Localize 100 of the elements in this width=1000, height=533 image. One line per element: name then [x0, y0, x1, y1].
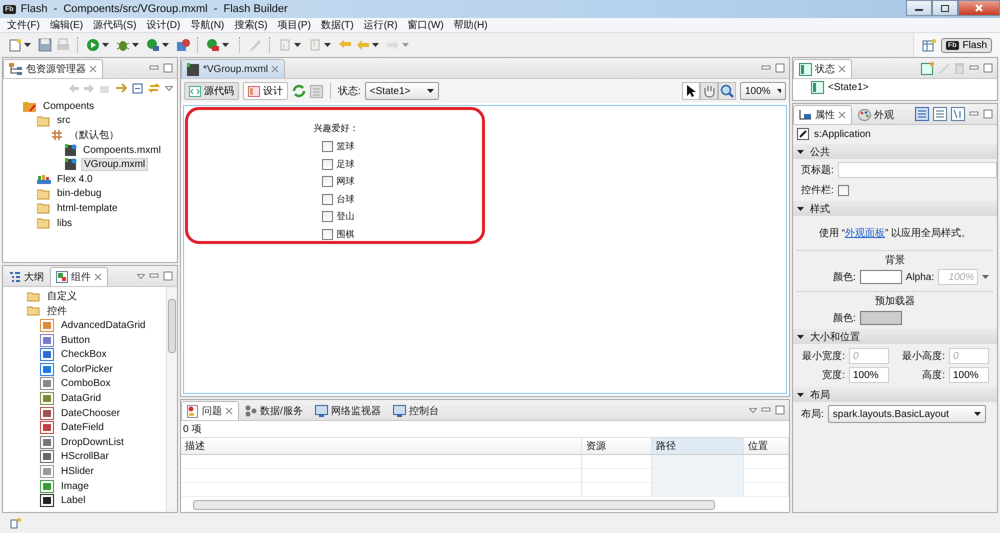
caret-icon[interactable] [102, 43, 109, 47]
close-icon[interactable] [89, 65, 97, 73]
close-icon[interactable] [94, 273, 102, 281]
view-mode-button[interactable]: 源代码 [184, 82, 239, 100]
checkbox[interactable] [838, 184, 849, 196]
design-canvas[interactable]: 兴趣爱好： 篮球 足球 网球 台球 登山 围棋 [183, 105, 787, 394]
panel-tab[interactable]: 大纲 [3, 267, 50, 286]
color-swatch[interactable] [860, 270, 902, 284]
close-icon[interactable] [838, 65, 846, 73]
color-swatch[interactable] [860, 311, 902, 325]
tree-item[interactable]: DateChooser [59, 408, 122, 419]
tree-item[interactable]: Image [59, 480, 91, 492]
tree-item[interactable]: VGroup.mxml [81, 158, 148, 172]
state-item[interactable]: <State1> [828, 82, 869, 93]
input-field[interactable]: 100% [949, 367, 989, 383]
caret-icon[interactable] [372, 43, 379, 47]
maximize-icon[interactable] [163, 271, 173, 281]
caret-icon[interactable] [132, 43, 139, 47]
maximize-icon[interactable] [983, 109, 993, 119]
bug-icon[interactable] [116, 38, 130, 52]
section-header[interactable]: 布局 [793, 387, 997, 402]
layout-dropdown[interactable]: spark.layouts.BasicLayout [828, 405, 986, 423]
input-field[interactable] [838, 162, 997, 178]
maximize-icon[interactable] [983, 63, 993, 73]
input-field[interactable]: 0 [849, 348, 889, 364]
sort-az-icon[interactable] [951, 107, 965, 121]
tree-item[interactable]: Button [59, 334, 92, 346]
scrollbar[interactable] [166, 287, 177, 512]
caret-icon[interactable] [24, 43, 31, 47]
checkbox[interactable]: 网球 [322, 175, 358, 188]
minimize-icon[interactable] [969, 110, 979, 118]
close-button[interactable] [958, 0, 1000, 16]
new-view-icon[interactable] [10, 517, 22, 529]
maximize-button[interactable] [932, 0, 958, 16]
tree-item[interactable]: Flex 4.0 [55, 174, 95, 185]
checkbox[interactable]: 足球 [322, 158, 358, 171]
checkbox[interactable]: 篮球 [322, 140, 358, 154]
minimize-icon[interactable] [149, 272, 159, 280]
tree-item[interactable]: html-template [55, 202, 120, 214]
close-icon[interactable] [271, 65, 280, 73]
panel-tab[interactable]: 控制台 [386, 401, 445, 420]
checkbox[interactable]: 台球 [322, 192, 358, 206]
tree-item[interactable]: DataGrid [59, 392, 104, 404]
tree-item[interactable]: Label [59, 495, 88, 506]
tree-item[interactable]: libs [55, 218, 74, 229]
caret-icon[interactable] [222, 43, 229, 47]
tree-item[interactable]: HSlider [59, 466, 96, 477]
hand-tool[interactable] [700, 82, 718, 100]
new-file-icon[interactable] [8, 38, 22, 52]
tree-item[interactable]: ColorPicker [59, 364, 115, 375]
zoom-dropdown[interactable]: 100% [740, 82, 786, 100]
minimize-icon[interactable] [761, 64, 771, 72]
export-icon[interactable] [176, 38, 190, 52]
panel-tab[interactable]: 问题 [181, 401, 239, 420]
input-field[interactable]: 0 [949, 348, 989, 364]
tree-item[interactable]: AdvancedDataGrid [59, 320, 148, 331]
input-field[interactable]: 100% [849, 367, 889, 383]
menu-item[interactable]: 源代码(S) [88, 18, 142, 32]
minimize-icon[interactable] [969, 64, 979, 72]
state-dropdown[interactable]: <State1> [364, 82, 439, 100]
tree-item[interactable]: ComboBox [59, 378, 112, 390]
menu-item[interactable]: 窗口(W) [402, 18, 449, 32]
panel-tab[interactable]: 数据/服务 [239, 401, 309, 420]
open-perspective-icon[interactable] [922, 38, 936, 52]
tree-item[interactable]: DropDownList [59, 436, 126, 448]
panel-tab[interactable]: 组件 [50, 267, 108, 286]
collapse-all-icon[interactable] [132, 82, 143, 94]
view-menu-icon[interactable] [137, 274, 145, 278]
launch-icon[interactable] [206, 38, 220, 52]
save-icon[interactable] [38, 38, 52, 52]
menu-item[interactable]: 项目(P) [272, 18, 316, 32]
caret-icon[interactable] [162, 43, 169, 47]
new-state-icon[interactable] [921, 62, 934, 74]
zoom-tool[interactable] [718, 82, 736, 100]
section-header[interactable]: 大小和位置 [793, 329, 997, 344]
panel-tab[interactable]: 属性 [793, 105, 852, 124]
tree-item[interactable]: 控件 [45, 304, 69, 318]
menu-item[interactable]: 数据(T) [316, 18, 359, 32]
run-icon[interactable] [86, 38, 100, 52]
caret-icon[interactable] [324, 43, 331, 47]
column-header[interactable]: 路径 [652, 438, 744, 454]
tree-item[interactable]: 自定义 [45, 289, 79, 304]
refresh-icon[interactable] [292, 84, 306, 98]
maximize-icon[interactable] [775, 405, 785, 415]
link-icon[interactable] [115, 82, 127, 94]
tree-item[interactable]: Compoents [41, 100, 96, 112]
category-view-icon[interactable] [933, 107, 947, 121]
tree-item[interactable]: （默认包） [67, 128, 121, 142]
menu-item[interactable]: 编辑(E) [44, 18, 88, 32]
checkbox[interactable]: 围棋 [322, 228, 358, 241]
sync-icon[interactable] [148, 82, 160, 94]
menu-item[interactable]: 运行(R) [358, 18, 403, 32]
standard-view-icon[interactable] [915, 107, 929, 121]
view-mode-button[interactable]: 设计 [243, 82, 288, 100]
column-header[interactable]: 描述 [181, 438, 582, 454]
tree-item[interactable]: bin-debug [55, 188, 104, 200]
column-header[interactable]: 位置 [744, 438, 789, 454]
close-icon[interactable] [838, 111, 846, 119]
view-menu-icon[interactable] [165, 86, 173, 90]
menu-item[interactable]: 帮助(H) [448, 18, 493, 32]
